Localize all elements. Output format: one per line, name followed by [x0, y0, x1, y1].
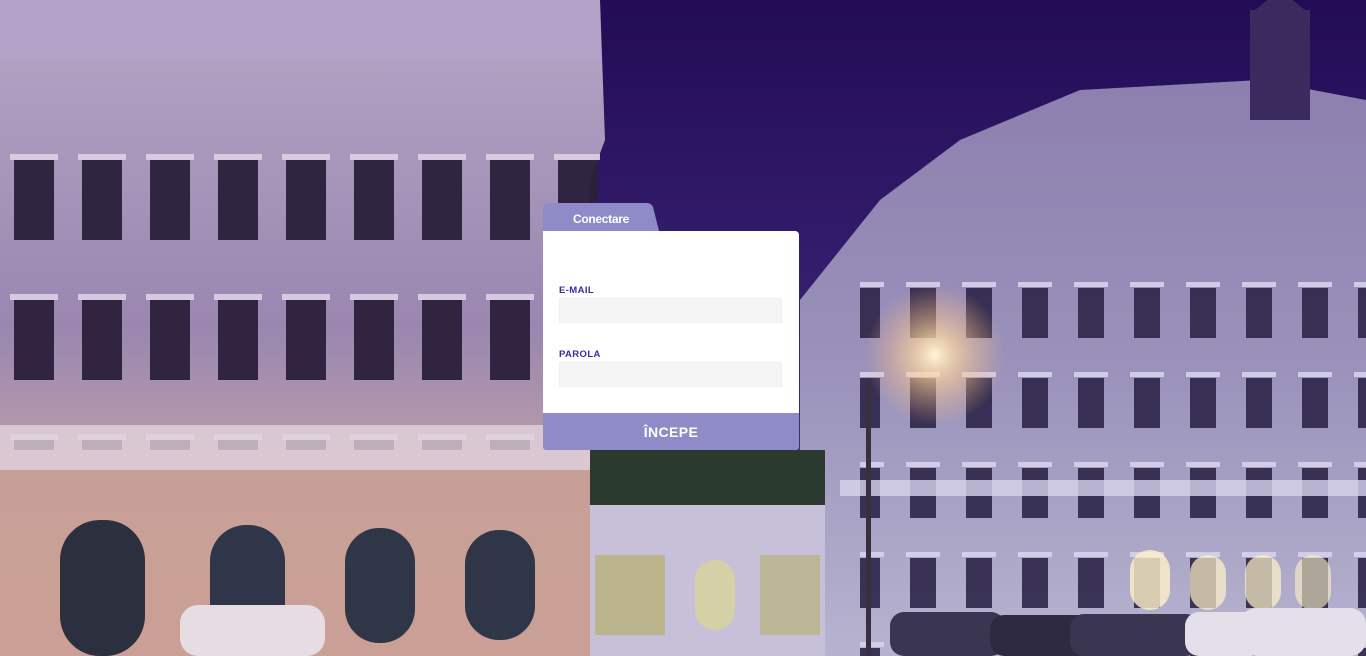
email-label: E-MAIL: [559, 285, 595, 296]
tab-label: Conectare: [573, 212, 629, 226]
start-button[interactable]: ÎNCEPE: [543, 413, 799, 450]
login-tab[interactable]: Conectare: [543, 203, 659, 231]
password-label: PAROLA: [559, 349, 601, 360]
login-form: E-MAIL PAROLA ÎNCEPE: [543, 231, 799, 450]
password-field[interactable]: [559, 362, 782, 387]
login-screen: Conectare E-MAIL PAROLA ÎNCEPE: [0, 0, 1366, 656]
email-field[interactable]: [559, 298, 782, 323]
